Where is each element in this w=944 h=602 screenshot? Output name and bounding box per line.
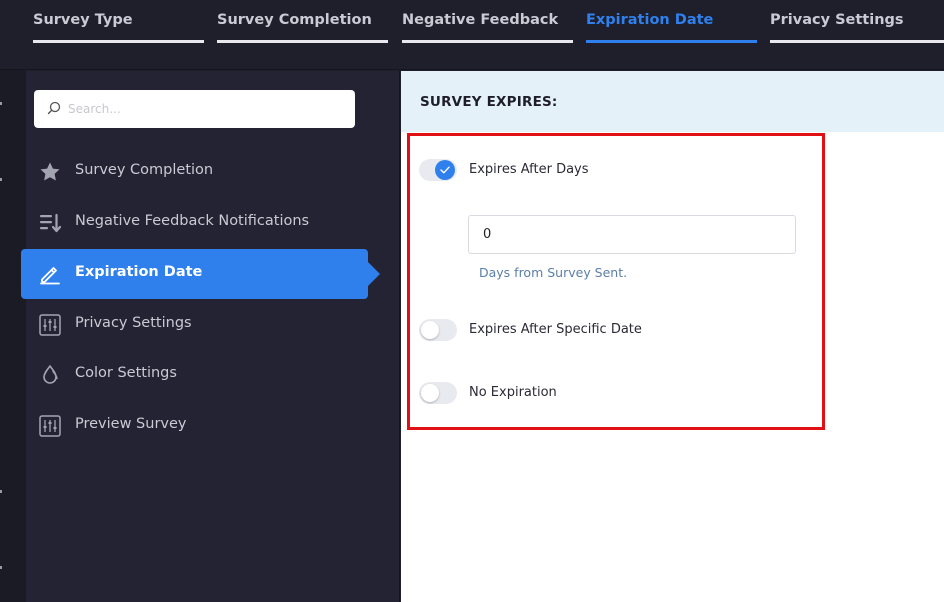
tab-label: Negative Feedback (402, 12, 559, 28)
tab-underline (586, 40, 757, 43)
sidebar-item-label: Privacy Settings (75, 315, 192, 331)
toggle-knob (435, 160, 455, 180)
left-edge-strip (0, 70, 26, 602)
expires-after-days-toggle[interactable] (419, 159, 457, 181)
checkmark-icon (440, 166, 450, 174)
sidebar: Survey Completion Negative Feedback Noti… (21, 71, 400, 602)
droplet-icon (43, 365, 58, 384)
star-icon (40, 162, 60, 181)
section-title: SURVEY EXPIRES: (420, 94, 558, 110)
no-expiration-toggle[interactable] (419, 382, 457, 404)
top-tab-bar: Survey Type Survey Completion Negative F… (0, 0, 944, 70)
days-hint: Days from Survey Sent. (479, 265, 628, 280)
active-item-pointer (368, 262, 380, 286)
sidebar-item-preview-survey[interactable]: Preview Survey (26, 401, 368, 451)
tab-survey-completion[interactable]: Survey Completion (217, 0, 388, 44)
sidebar-item-label: Preview Survey (75, 416, 187, 432)
sidebar-item-privacy-settings[interactable]: Privacy Settings (26, 300, 368, 350)
pencil-icon (40, 267, 60, 285)
sidebar-item-expiration-date[interactable]: Expiration Date (21, 249, 380, 299)
tab-negative-feedback[interactable]: Negative Feedback (402, 0, 573, 44)
tab-privacy-settings[interactable]: Privacy Settings (770, 0, 944, 44)
sidebar-item-color-settings[interactable]: Color Settings (26, 350, 368, 400)
tab-underline (33, 40, 204, 43)
main-panel: SURVEY EXPIRES: Expires After Days Days … (401, 71, 944, 602)
toggle-knob (421, 321, 439, 339)
tab-underline (217, 40, 388, 43)
sidebar-item-label: Expiration Date (75, 264, 203, 280)
sidebar-item-label: Negative Feedback Notifications (75, 213, 310, 229)
sidebar-item-survey-completion[interactable]: Survey Completion (26, 147, 368, 197)
tab-label: Survey Type (33, 12, 133, 28)
days-input[interactable] (468, 215, 796, 254)
tab-survey-type[interactable]: Survey Type (33, 0, 204, 44)
expires-after-days-label: Expires After Days (469, 162, 589, 177)
no-expiration-label: No Expiration (469, 385, 557, 400)
tab-label: Privacy Settings (770, 12, 904, 28)
tab-label: Survey Completion (217, 12, 372, 28)
tab-expiration-date[interactable]: Expiration Date (586, 0, 757, 44)
tab-label: Expiration Date (586, 12, 714, 28)
expires-after-specific-date-toggle[interactable] (419, 319, 457, 341)
search-input[interactable] (68, 98, 338, 120)
search-icon (47, 101, 61, 115)
section-header: SURVEY EXPIRES: (401, 71, 944, 132)
sidebar-item-label: Color Settings (75, 365, 177, 381)
sidebar-item-label: Survey Completion (75, 162, 214, 178)
expires-after-specific-date-label: Expires After Specific Date (469, 322, 642, 337)
tab-underline (402, 40, 573, 43)
sort-list-icon (40, 213, 62, 233)
sliders-icon (39, 415, 61, 437)
search-box[interactable] (34, 90, 355, 128)
toggle-knob (421, 384, 439, 402)
sliders-icon (39, 314, 61, 336)
sidebar-item-negative-feedback-notifications[interactable]: Negative Feedback Notifications (26, 198, 368, 248)
tab-underline (770, 40, 944, 43)
